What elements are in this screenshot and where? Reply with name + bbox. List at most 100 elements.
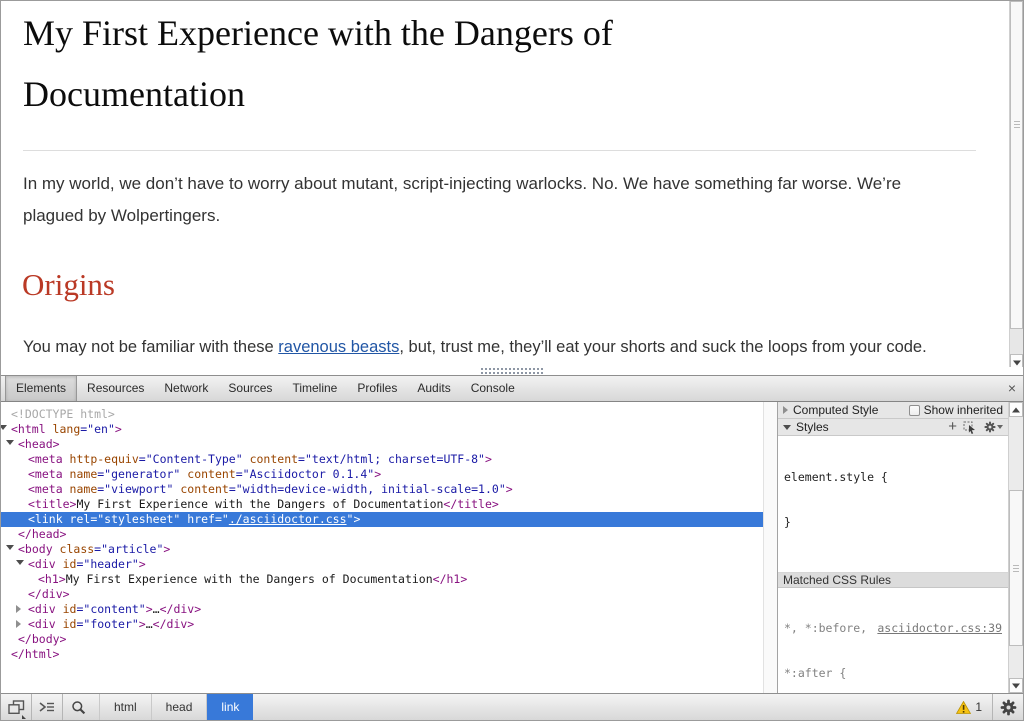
inspect-element-button[interactable]	[63, 694, 93, 720]
tab-resources[interactable]: Resources	[77, 376, 154, 401]
collapse-arrow-icon[interactable]	[1, 425, 7, 430]
expand-arrow-icon[interactable]	[16, 605, 21, 613]
code-segment: ="width=device-width, initial-scale=1.0"	[228, 482, 506, 496]
styles-section-header[interactable]: Styles +	[778, 419, 1008, 436]
code-segment: </html>	[11, 647, 60, 661]
element-style-open[interactable]: element.style {	[784, 470, 1004, 485]
gear-icon	[1000, 699, 1016, 715]
dom-tree-node[interactable]: <link rel="stylesheet" href="./asciidoct…	[1, 512, 763, 527]
code-segment: ="generator"	[97, 467, 181, 481]
dom-tree-node[interactable]: <h1>My First Experience with the Dangers…	[1, 572, 763, 587]
code-segment: lang	[45, 422, 81, 436]
code-segment: ="viewport"	[97, 482, 174, 496]
collapse-arrow-icon[interactable]	[16, 560, 24, 565]
dom-tree-node[interactable]: </div>	[1, 587, 763, 602]
code-segment: ="footer"	[76, 617, 139, 631]
collapse-arrow-icon[interactable]	[783, 424, 791, 430]
code-segment: My First Experience with the Dangers of …	[65, 572, 433, 586]
menu-corner-icon	[22, 711, 26, 719]
dom-tree-node[interactable]: <meta name="generator" content="Asciidoc…	[1, 467, 763, 482]
code-segment: id	[55, 617, 77, 631]
horizontal-rule	[23, 150, 976, 151]
code-segment: content	[173, 482, 229, 496]
code-segment: </head>	[18, 527, 67, 541]
warning-count: 1	[975, 700, 982, 714]
code-segment: <h1>	[38, 572, 66, 586]
code-segment: >	[138, 557, 146, 571]
warning-counter[interactable]: 1	[946, 694, 992, 720]
code-segment: id	[55, 602, 77, 616]
dom-tree-node[interactable]: <div id="header">	[1, 557, 763, 572]
dom-tree-node[interactable]: <meta name="viewport" content="width=dev…	[1, 482, 763, 497]
computed-style-section-header[interactable]: Computed Style Show inherited	[778, 402, 1008, 419]
dom-tree-node[interactable]: <div id="content">…</div>	[1, 602, 763, 617]
tab-network[interactable]: Network	[154, 376, 218, 401]
new-style-rule-icon[interactable]: +	[948, 419, 957, 434]
dom-tree-node[interactable]: <meta http-equiv="Content-Type" content=…	[1, 452, 763, 467]
dom-tree-scrollbar[interactable]	[763, 402, 777, 693]
code-segment: >	[138, 617, 146, 631]
dom-tree-node[interactable]: <div id="footer">…</div>	[1, 617, 763, 632]
close-icon[interactable]: ×	[1008, 380, 1016, 396]
dom-tree-node[interactable]: <!DOCTYPE html>	[1, 407, 763, 422]
origins-paragraph: You may not be familiar with these raven…	[23, 338, 927, 357]
settings-button[interactable]	[993, 694, 1023, 720]
sidebar-scrollbar[interactable]	[1008, 402, 1023, 693]
code-segment: <meta	[28, 482, 63, 496]
code-segment: ="Asciidoctor 0.1.4"	[235, 467, 375, 481]
dom-tree-node[interactable]: <title>My First Experience with the Dang…	[1, 497, 763, 512]
matched-css-rules-header: Matched CSS Rules	[778, 573, 1008, 588]
dock-side-button[interactable]	[1, 694, 31, 720]
dom-tree-node[interactable]: </html>	[1, 647, 763, 662]
dom-tree-node[interactable]: <head>	[1, 437, 763, 452]
code-segment: ="	[214, 512, 229, 526]
css-selector[interactable]: *, *:before,	[784, 621, 867, 636]
styles-sidebar: Computed Style Show inherited Styles + e…	[778, 402, 1008, 693]
sidebar-scrollbar-down-button[interactable]	[1009, 678, 1023, 693]
code-segment: <div	[28, 617, 56, 631]
stylesheet-source-link[interactable]: asciidoctor.css:39	[877, 621, 1004, 636]
collapse-arrow-icon[interactable]	[6, 440, 14, 445]
code-segment: ="text/html; charset=UTF-8"	[298, 452, 485, 466]
styles-settings-button[interactable]	[984, 421, 1003, 433]
computed-style-label: Computed Style	[793, 403, 879, 417]
scrollbar-grip	[1013, 565, 1019, 572]
dom-tree-node[interactable]: <body class="article">	[1, 542, 763, 557]
code-segment: <title>	[28, 497, 77, 511]
sidebar-scrollbar-up-button[interactable]	[1009, 402, 1023, 417]
code-segment: …	[152, 602, 160, 616]
element-state-icon[interactable]	[963, 421, 978, 434]
collapse-arrow-icon[interactable]	[6, 545, 14, 550]
element-style-block[interactable]: element.style { }	[778, 436, 1008, 573]
page-scrollbar-thumb[interactable]	[1010, 1, 1023, 329]
page-scrollbar[interactable]	[1009, 1, 1023, 372]
sidebar-scrollbar-thumb[interactable]	[1009, 490, 1023, 646]
expand-arrow-icon[interactable]	[783, 406, 788, 414]
arrow-down-icon	[1012, 360, 1021, 366]
dom-tree-node[interactable]: </head>	[1, 527, 763, 542]
code-segment: >	[484, 452, 492, 466]
devtools-splitter[interactable]	[1, 367, 1023, 375]
code-segment: </div>	[159, 602, 202, 616]
page-content: My First Experience with the Dangers of …	[1, 1, 1009, 367]
dom-tree-node[interactable]: </body>	[1, 632, 763, 647]
tab-console[interactable]: Console	[461, 376, 525, 401]
code-segment: <head>	[18, 437, 60, 451]
show-console-button[interactable]	[32, 694, 62, 720]
dom-tree-node[interactable]: <html lang="en">	[1, 422, 763, 437]
expand-arrow-icon[interactable]	[16, 620, 21, 628]
breadcrumb-item-link[interactable]: link	[207, 694, 254, 720]
breadcrumb-item-head[interactable]: head	[152, 694, 208, 720]
tab-audits[interactable]: Audits	[407, 376, 460, 401]
tab-sources[interactable]: Sources	[218, 376, 282, 401]
code-segment: <meta	[28, 452, 63, 466]
ravenous-beasts-link[interactable]: ravenous beasts	[278, 338, 399, 356]
tab-elements[interactable]: Elements	[5, 376, 78, 401]
devtools-main: <!DOCTYPE html> <html lang="en"> <head> <me…	[1, 402, 1023, 693]
tab-timeline[interactable]: Timeline	[282, 376, 347, 401]
breadcrumb-item-html[interactable]: html	[99, 694, 152, 720]
css-rule-universal[interactable]: *, *:before, asciidoctor.css:39 *:after {…	[778, 588, 1008, 693]
show-inherited-checkbox[interactable]	[908, 404, 920, 416]
tab-profiles[interactable]: Profiles	[347, 376, 407, 401]
css-selector[interactable]: *:after {	[784, 666, 1004, 681]
